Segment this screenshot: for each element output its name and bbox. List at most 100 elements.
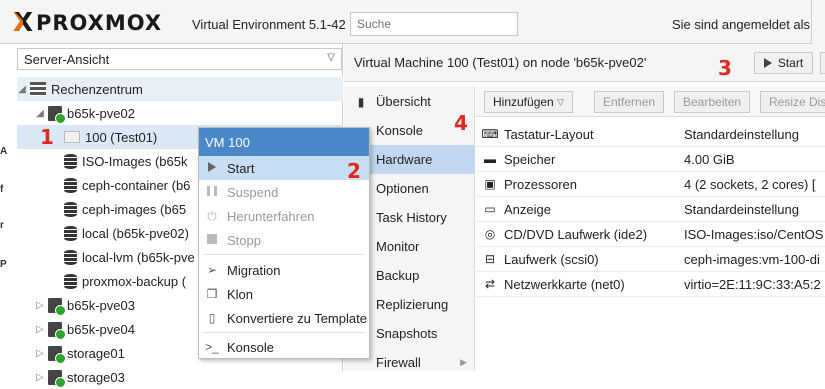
cpu-icon: ▣ xyxy=(484,177,496,191)
menu-item-console[interactable]: >_ Konsole xyxy=(199,335,369,359)
hardware-row[interactable]: ⊟ Laufwerk (scsi0) ceph-images:vm-100-di xyxy=(476,247,825,272)
view-select[interactable]: Server-Ansicht ▽ xyxy=(17,48,342,70)
vm-panel: Virtual Machine 100 (Test01) on node 'b6… xyxy=(344,44,825,371)
menu-item-label: Klon xyxy=(227,286,254,302)
nav-item-label: Task History xyxy=(376,210,447,225)
power-icon: ⏻ xyxy=(207,208,217,223)
hardware-row[interactable]: ◎ CD/DVD Laufwerk (ide2) ISO-Images:iso/Ce… xyxy=(476,222,825,247)
storage-icon xyxy=(64,225,77,241)
menu-item-suspend[interactable]: Suspend xyxy=(199,180,369,204)
menu-item-label: Start xyxy=(227,160,255,176)
add-button-label: Hinzufügen xyxy=(493,95,554,109)
server-icon xyxy=(48,105,66,124)
hardware-value: 4.00 GiB xyxy=(684,151,735,167)
hardware-value: Standardeinstellung xyxy=(684,126,799,142)
expand-icon[interactable]: ▷ xyxy=(35,348,45,359)
network-icon: ⇄ xyxy=(484,277,496,291)
logo-x-icon: XX xyxy=(12,8,34,38)
stop-icon xyxy=(205,233,219,247)
tree-item-label: storage03 xyxy=(67,369,125,385)
remove-button[interactable]: Entfernen xyxy=(594,91,665,113)
annotation-2: 2 xyxy=(347,159,361,183)
edge-char: A xyxy=(0,146,8,157)
tree-item-node[interactable]: ◢ b65k-pve02 xyxy=(17,101,343,125)
expand-icon[interactable]: ◢ xyxy=(17,84,27,95)
vm-header: Virtual Machine 100 (Test01) on node 'b6… xyxy=(344,44,825,82)
hardware-row[interactable]: ⌨ Tastatur-Layout Standardeinstellung xyxy=(476,122,825,147)
menu-separator xyxy=(203,332,365,333)
nav-item-label: Übersicht xyxy=(376,94,431,109)
chevron-down-icon[interactable]: ▽ xyxy=(327,52,335,63)
cdrom-icon: ◎ xyxy=(484,227,496,241)
resize-disk-button[interactable]: Resize Dis xyxy=(760,91,825,113)
menu-item-convert-template[interactable]: ▯ Konvertiere zu Template xyxy=(199,306,369,330)
menu-item-label: Konsole xyxy=(227,339,274,355)
hardware-key: Speicher xyxy=(504,151,556,167)
add-button[interactable]: Hinzufügen ▽ xyxy=(484,91,573,113)
menu-item-clone[interactable]: ❐ Klon xyxy=(199,282,369,306)
top-bar: XX PROXMOX Virtual Environment 5.1-42 Si… xyxy=(0,0,825,44)
menu-item-label: Herunterfahren xyxy=(227,208,315,224)
menu-item-shutdown[interactable]: ⏻ Herunterfahren xyxy=(199,204,369,228)
nav-item-label: Monitor xyxy=(376,239,420,254)
edge-char: r xyxy=(0,220,4,231)
tree-item-label: local-lvm (b65k-pve xyxy=(82,249,195,265)
hardware-view: Hinzufügen ▽ Entfernen Bearbeiten Resize… xyxy=(476,87,825,371)
menu-item-label: Stopp xyxy=(227,232,261,248)
expand-icon[interactable]: ▷ xyxy=(35,300,45,311)
menu-item-label: Suspend xyxy=(227,184,279,200)
server-icon xyxy=(48,297,66,316)
annotation-3: 3 xyxy=(718,56,732,80)
hardware-row[interactable]: ▬ Speicher 4.00 GiB xyxy=(476,147,825,172)
expand-icon[interactable]: ▷ xyxy=(35,324,45,335)
hardware-key: CD/DVD Laufwerk (ide2) xyxy=(504,226,648,242)
play-icon xyxy=(205,161,219,175)
hardware-value: Standardeinstellung xyxy=(684,201,799,217)
tree-item-label: Rechenzentrum xyxy=(51,81,143,97)
view-select-value: Server-Ansicht xyxy=(24,52,110,67)
remove-button-label: Entfernen xyxy=(603,95,656,109)
header-splitter xyxy=(811,0,825,44)
annotation-4: 4 xyxy=(454,111,468,135)
expand-icon[interactable]: ◢ xyxy=(35,108,45,119)
tree-item-label: ceph-container (b6 xyxy=(82,177,191,193)
storage-icon xyxy=(64,153,77,169)
memory-icon: ▬ xyxy=(484,152,496,166)
search-input[interactable] xyxy=(350,12,518,36)
storage-icon xyxy=(64,177,77,193)
start-button[interactable]: Start xyxy=(754,52,813,74)
play-icon xyxy=(763,58,772,68)
hardware-row[interactable]: ⇄ Netzwerkkarte (net0) virtio=2E:11:9C:33:… xyxy=(476,272,825,297)
expand-icon[interactable]: ▷ xyxy=(35,372,45,383)
hardware-toolbar: Hinzufügen ▽ Entfernen Bearbeiten Resize… xyxy=(476,87,825,117)
hardware-row[interactable]: ▭ Anzeige Standardeinstellung xyxy=(476,197,825,222)
menu-item-migration[interactable]: ➢ Migration xyxy=(199,258,369,282)
tree-item-label: ceph-images (b65 xyxy=(82,201,187,217)
server-icon xyxy=(48,321,66,340)
edge-char: P xyxy=(0,259,7,270)
left-edge-strip: A f r P xyxy=(0,44,17,371)
edit-button[interactable]: Bearbeiten xyxy=(674,91,751,113)
keyboard-icon: ⌨ xyxy=(481,127,499,141)
hardware-key: Netzwerkkarte (net0) xyxy=(504,276,625,292)
next-button-stub[interactable] xyxy=(820,52,825,74)
book-icon: ▮ xyxy=(357,94,365,109)
send-icon: ➢ xyxy=(206,263,218,277)
storage-icon xyxy=(64,201,77,217)
hardware-row[interactable]: ▣ Prozessoren 4 (2 sockets, 2 cores) [ xyxy=(476,172,825,197)
edit-button-label: Bearbeiten xyxy=(683,95,742,109)
hardware-key: Prozessoren xyxy=(504,176,577,192)
tree-item-label: 100 (Test01) xyxy=(85,129,158,145)
menu-item-stop[interactable]: Stopp xyxy=(199,228,369,252)
terminal-icon: >_ xyxy=(205,340,219,354)
menu-item-start[interactable]: Start xyxy=(199,156,369,180)
pause-icon xyxy=(205,185,219,199)
logo-wordmark: PROXMOX xyxy=(36,11,163,35)
chevron-down-icon: ▽ xyxy=(557,96,564,107)
menu-item-label: Konvertiere zu Template xyxy=(227,310,367,326)
server-icon xyxy=(48,369,66,388)
tree-item-node[interactable]: ▷ storage03 xyxy=(17,365,343,389)
tree-item-datacenter[interactable]: ◢ Rechenzentrum xyxy=(17,77,343,101)
proxmox-logo[interactable]: XX PROXMOX xyxy=(12,9,162,37)
vm-icon xyxy=(64,131,80,143)
